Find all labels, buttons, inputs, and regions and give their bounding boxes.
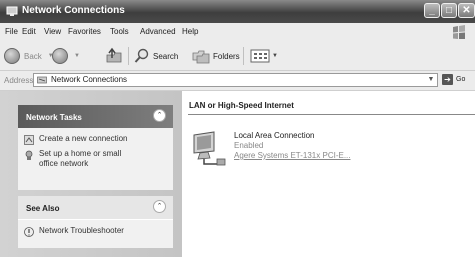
search-icon [134, 48, 149, 63]
forward-button[interactable]: ▼ [52, 46, 80, 66]
maximize-button[interactable]: □ [441, 3, 457, 18]
collapse-chevron-icon[interactable]: ⌃ [153, 200, 166, 213]
create-connection-task[interactable]: Create a new connection [24, 134, 167, 145]
window-title: Network Connections [22, 5, 125, 16]
address-bar: Address Network Connections ▼ ➔ Go [0, 71, 475, 91]
minimize-button[interactable]: _ [424, 3, 440, 18]
lan-connection-icon [193, 131, 226, 166]
folders-button[interactable]: Folders [192, 46, 240, 66]
connections-view: LAN or High-Speed Internet Local Area Co… [183, 91, 475, 257]
menu-bar: File Edit View Favorites Tools Advanced … [0, 23, 475, 43]
address-label: Address [4, 76, 34, 85]
home-network-icon [25, 150, 33, 160]
address-dropdown-icon[interactable]: ▼ [426, 75, 436, 85]
menu-file[interactable]: File [5, 27, 18, 36]
network-troubleshooter-link[interactable]: Network Troubleshooter [24, 226, 167, 237]
forward-dropdown-icon[interactable]: ▼ [74, 53, 80, 59]
connection-item[interactable]: Local Area Connection Enabled Agere Syst… [188, 126, 383, 172]
up-folder-button[interactable] [105, 46, 123, 66]
go-arrow-icon: ➔ [442, 74, 453, 85]
back-label: Back [24, 51, 42, 61]
menu-edit[interactable]: Edit [22, 27, 36, 36]
menu-advanced[interactable]: Advanced [140, 27, 176, 36]
network-folder-icon [37, 76, 47, 84]
views-button[interactable]: ▼ [250, 46, 278, 66]
network-tasks-panel: Network Tasks ⌃ Create a new connection … [18, 105, 173, 190]
home-network-label: Set up a home or small office network [39, 149, 122, 168]
connection-device: Agere Systems ET-131x PCI-E... [234, 151, 351, 160]
create-connection-label: Create a new connection [39, 134, 128, 143]
address-value: Network Connections [51, 75, 128, 84]
group-title: LAN or High-Speed Internet [189, 101, 294, 110]
go-button[interactable]: ➔ Go [442, 74, 465, 85]
windows-logo-icon [453, 25, 465, 39]
task-pane: Network Tasks ⌃ Create a new connection … [0, 91, 182, 257]
address-input[interactable]: Network Connections ▼ [33, 73, 438, 87]
see-also-title: See Also [26, 204, 60, 213]
see-also-header[interactable]: See Also ⌃ [18, 196, 173, 220]
folders-label: Folders [213, 51, 240, 61]
see-also-panel: See Also ⌃ Network Troubleshooter [18, 196, 173, 248]
toolbar-separator [128, 47, 129, 65]
menu-help[interactable]: Help [182, 27, 198, 36]
views-dropdown-icon[interactable]: ▼ [272, 53, 278, 59]
menu-view[interactable]: View [44, 27, 61, 36]
views-icon [250, 49, 270, 63]
toolbar-separator [243, 47, 244, 65]
toolbar: Back ▼ ▼ Search Folders ▼ [0, 42, 475, 71]
network-tasks-title: Network Tasks [26, 113, 82, 122]
menu-favorites[interactable]: Favorites [68, 27, 101, 36]
troubleshooter-icon [24, 227, 34, 237]
close-button[interactable]: ✕ [458, 3, 475, 18]
connection-status: Enabled [234, 141, 264, 150]
back-button[interactable]: Back ▼ [4, 46, 54, 66]
network-troubleshooter-label: Network Troubleshooter [39, 226, 124, 235]
network-tasks-header[interactable]: Network Tasks ⌃ [18, 105, 173, 128]
folders-icon [192, 50, 210, 64]
search-button[interactable]: Search [134, 46, 178, 66]
group-divider [188, 114, 475, 115]
connection-name: Local Area Connection [234, 131, 315, 140]
new-connection-icon [24, 135, 34, 145]
forward-arrow-icon [52, 48, 68, 64]
search-label: Search [153, 51, 179, 61]
up-folder-icon [106, 47, 122, 63]
network-connections-icon [6, 6, 18, 16]
menu-tools[interactable]: Tools [110, 27, 129, 36]
back-arrow-icon [4, 48, 20, 64]
go-label: Go [456, 76, 466, 83]
title-bar[interactable]: Network Connections _ □ ✕ [0, 0, 475, 23]
collapse-chevron-icon[interactable]: ⌃ [153, 109, 166, 122]
home-network-task[interactable]: Set up a home or small office network [24, 149, 167, 169]
